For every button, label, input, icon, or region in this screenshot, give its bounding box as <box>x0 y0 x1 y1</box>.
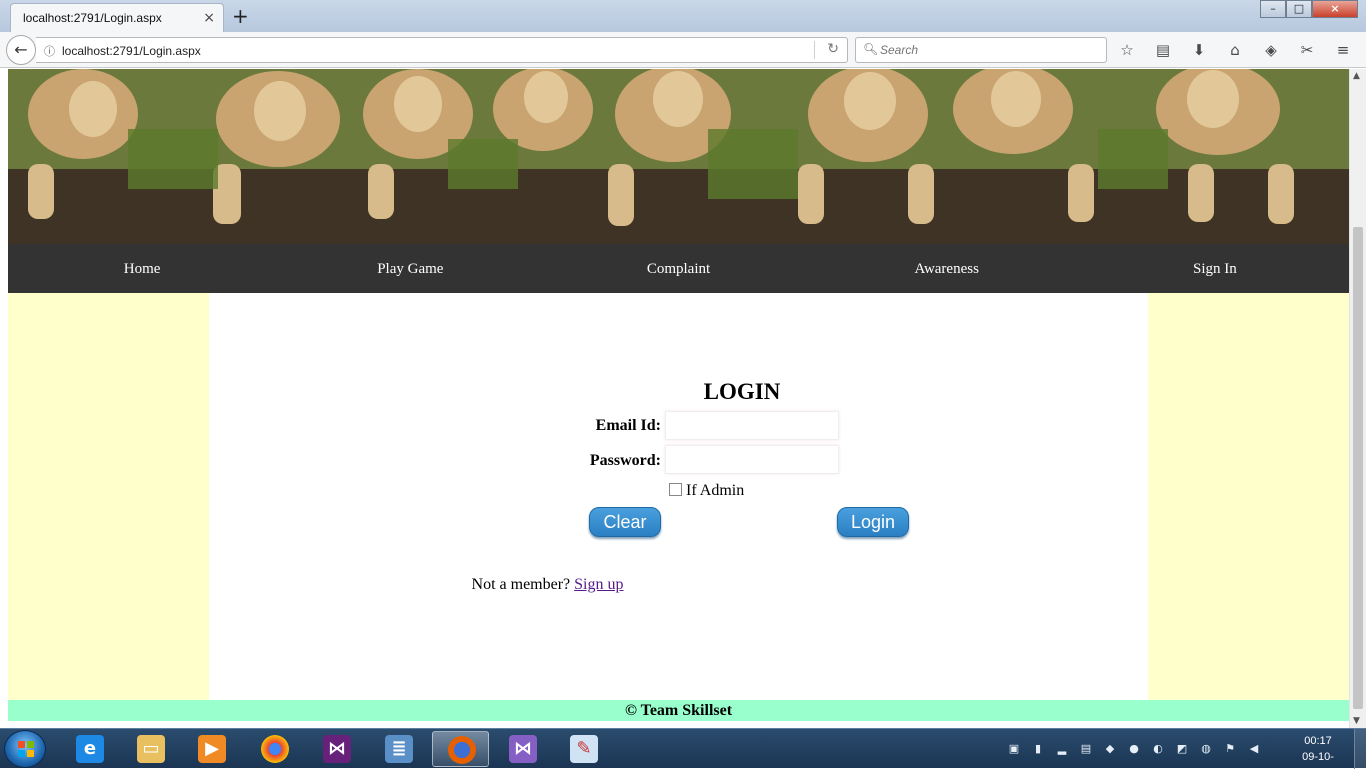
chrome-icon <box>261 735 289 763</box>
menu-home[interactable]: Home <box>8 244 276 293</box>
taskbar-visual-studio[interactable]: ⋈ <box>494 731 551 767</box>
tray-globe-icon[interactable]: ◍ <box>1198 741 1214 757</box>
main-menu: Home Play Game Complaint Awareness Sign … <box>8 244 1349 293</box>
taskbar-firefox[interactable] <box>432 731 489 767</box>
menu-sign-in[interactable]: Sign In <box>1081 244 1349 293</box>
toolbar-icons: ☆ ▤ ⬇ ⌂ ◈ ✂ ≡ <box>1117 40 1353 60</box>
menu-complaint[interactable]: Complaint <box>544 244 812 293</box>
clock-date: 09-10-2017 <box>1302 751 1334 779</box>
search-icon: 🔍︎ <box>863 42 879 56</box>
admin-label: If Admin <box>686 482 745 499</box>
left-sidebar <box>8 293 209 700</box>
windows-logo-icon <box>18 741 34 757</box>
system-tray: ▣ ▮ ▂ ▤ ◆ ● ◐ ◩ ◍ ⚑ ◀ <box>1006 741 1262 757</box>
window-controls: – □ × <box>1260 0 1358 18</box>
windows-taskbar: e ▭ ▶ ⋈ ≣ ⋈ ✎ ▣ ▮ ▂ ▤ ◆ ● ◐ ◩ ◍ ⚑ ◀ 00:1… <box>0 728 1366 779</box>
pocket-icon[interactable]: ◈ <box>1261 40 1281 60</box>
address-bar[interactable]: ⓘ localhost:2791/Login.aspx ↻ <box>36 37 848 63</box>
show-desktop-button[interactable] <box>1354 729 1366 769</box>
start-button[interactable] <box>4 730 46 768</box>
tray-app-icon[interactable]: ◩ <box>1174 741 1190 757</box>
scroll-thumb[interactable] <box>1353 227 1363 709</box>
login-button[interactable]: Login <box>837 507 909 537</box>
page-viewport: Home Play Game Complaint Awareness Sign … <box>0 69 1366 728</box>
taskbar-file-explorer[interactable]: ▭ <box>122 731 179 767</box>
page-footer: © Team Skillset <box>8 700 1349 721</box>
admin-checkbox[interactable] <box>669 483 682 496</box>
reload-icon[interactable]: ↻ <box>827 41 839 57</box>
tray-network-drive-icon[interactable]: ▣ <box>1006 741 1022 757</box>
browser-titlebar: localhost:2791/Login.aspx × + – □ × <box>0 0 1366 32</box>
tray-sync-icon[interactable]: ◆ <box>1102 741 1118 757</box>
internet-explorer-icon: e <box>76 735 104 763</box>
maximize-icon[interactable]: □ <box>1286 0 1312 18</box>
firefox-icon <box>448 736 476 764</box>
taskbar-internet-explorer[interactable]: e <box>61 731 118 767</box>
password-label: Password: <box>589 452 661 469</box>
tab-title: localhost:2791/Login.aspx <box>23 11 162 25</box>
taskbar-clock[interactable]: 00:17 09-10-2017 <box>1290 733 1346 781</box>
taskbar-chrome[interactable] <box>246 731 303 767</box>
taskbar-paint[interactable]: ✎ <box>555 731 612 767</box>
extension-icon[interactable]: ✂ <box>1297 40 1317 60</box>
close-window-icon[interactable]: × <box>1312 0 1358 18</box>
media-player-icon: ▶ <box>198 735 226 763</box>
signup-prompt: Not a member? <box>471 576 571 593</box>
browser-navbar: ← ⓘ localhost:2791/Login.aspx ↻ 🔍︎ ☆ ▤ ⬇… <box>0 32 1366 68</box>
bookmark-star-icon[interactable]: ☆ <box>1117 40 1137 60</box>
tray-battery-icon[interactable]: ▮ <box>1030 741 1046 757</box>
tray-drop-icon[interactable]: ● <box>1126 741 1142 757</box>
tray-security-icon[interactable]: ◐ <box>1150 741 1166 757</box>
tray-flag-icon[interactable]: ⚑ <box>1222 741 1238 757</box>
back-arrow-icon[interactable]: ← <box>6 35 36 65</box>
tray-display-icon[interactable]: ▤ <box>1078 741 1094 757</box>
vertical-scrollbar[interactable]: ▲ ▼ <box>1349 69 1366 728</box>
email-label: Email Id: <box>595 417 661 434</box>
scroll-down-icon[interactable]: ▼ <box>1353 716 1360 726</box>
scroll-up-icon[interactable]: ▲ <box>1353 71 1360 81</box>
tab-login[interactable]: localhost:2791/Login.aspx × <box>10 3 224 32</box>
visual-studio-purple-icon: ⋈ <box>323 735 351 763</box>
new-tab-icon[interactable]: + <box>232 4 249 28</box>
download-icon[interactable]: ⬇ <box>1189 40 1209 60</box>
signup-prompt-row: Not a member? Sign up <box>8 576 1087 594</box>
taskbar-book-reader[interactable]: ≣ <box>370 731 427 767</box>
tab-close-icon[interactable]: × <box>203 10 215 26</box>
taskbar-visual-studio-purple[interactable]: ⋈ <box>308 731 365 767</box>
signup-link[interactable]: Sign up <box>574 576 623 593</box>
home-icon[interactable]: ⌂ <box>1225 40 1245 60</box>
tray-volume-icon[interactable]: ◀ <box>1246 741 1262 757</box>
menu-play-game[interactable]: Play Game <box>276 244 544 293</box>
tray-signal-icon[interactable]: ▂ <box>1054 741 1070 757</box>
clock-time: 00:17 <box>1304 735 1332 747</box>
email-field[interactable] <box>665 411 839 440</box>
folder-icon: ▭ <box>137 735 165 763</box>
login-panel: LOGIN Email Id: Password: If Admin Clear… <box>209 293 1148 700</box>
login-title: LOGIN <box>703 379 781 404</box>
clear-button[interactable]: Clear <box>589 507 661 537</box>
taskbar-media-player[interactable]: ▶ <box>183 731 240 767</box>
password-field[interactable] <box>665 445 839 474</box>
search-bar[interactable]: 🔍︎ <box>855 37 1107 63</box>
web-page: Home Play Game Complaint Awareness Sign … <box>8 69 1349 728</box>
search-input[interactable] <box>880 41 1100 59</box>
url-separator <box>814 41 815 59</box>
admin-option: If Admin <box>669 482 744 500</box>
paint-icon: ✎ <box>570 735 598 763</box>
visual-studio-icon: ⋈ <box>509 735 537 763</box>
reading-list-icon[interactable]: ▤ <box>1153 40 1173 60</box>
info-icon[interactable]: ⓘ <box>44 43 55 59</box>
right-sidebar <box>1148 293 1349 700</box>
book-icon: ≣ <box>385 735 413 763</box>
menu-awareness[interactable]: Awareness <box>813 244 1081 293</box>
lions-banner-image <box>8 69 1349 244</box>
minimize-icon[interactable]: – <box>1260 0 1286 18</box>
menu-hamburger-icon[interactable]: ≡ <box>1333 40 1353 60</box>
url-text[interactable]: localhost:2791/Login.aspx <box>62 44 201 58</box>
